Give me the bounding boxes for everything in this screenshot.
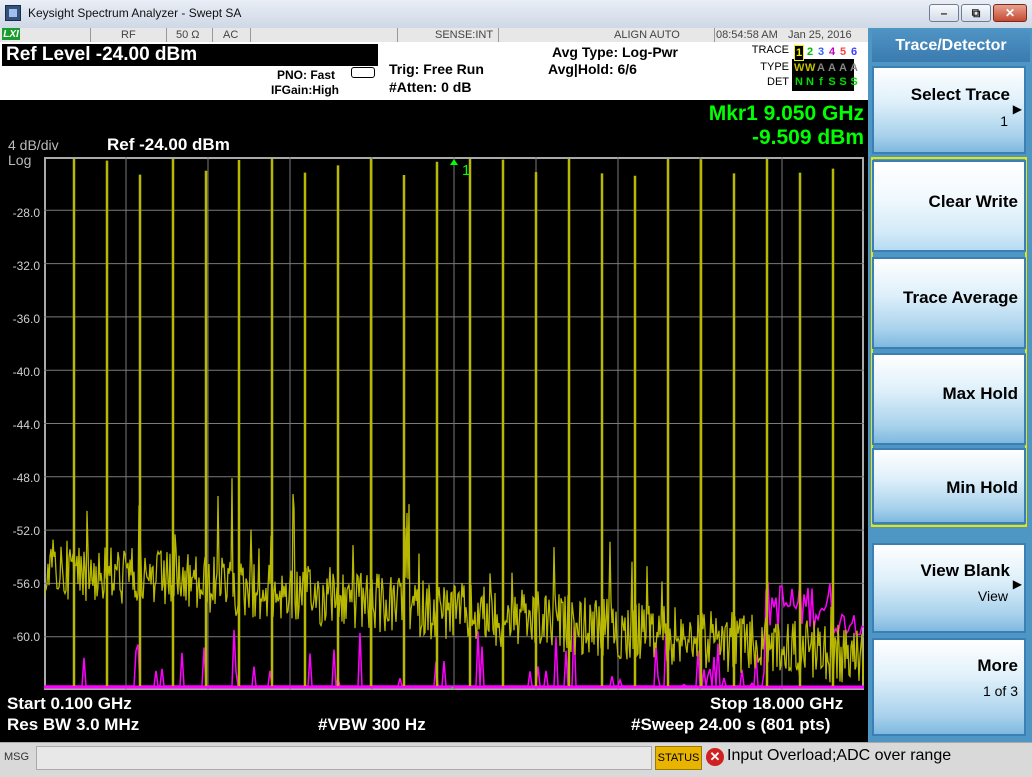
clear-write-label: Clear Write — [928, 192, 1018, 211]
resolution-bandwidth[interactable]: Res BW 3.0 MHz — [7, 715, 139, 735]
y-tick-label: -56.0 — [12, 577, 40, 591]
trace-type-3: A — [817, 62, 825, 74]
marker-number-label: 1 — [462, 162, 470, 179]
marker-diamond — [450, 159, 458, 165]
error-icon: ✕ — [706, 748, 724, 766]
y-tick-label: -28.0 — [12, 206, 40, 220]
video-bandwidth[interactable]: #VBW 300 Hz — [318, 715, 426, 735]
ref-annotation: Ref -24.00 dBm — [107, 135, 230, 154]
trace-number-5: 5 — [839, 46, 847, 58]
softkey-menu-title: Trace/Detector — [872, 30, 1030, 62]
y-tick-label: -60.0 — [12, 630, 40, 644]
align-indicator: ALIGN AUTO — [614, 29, 680, 41]
trigger-icon — [351, 67, 375, 78]
trace-det-1: N — [795, 76, 803, 88]
trace-average-softkey[interactable]: Trace Average — [872, 257, 1026, 349]
time-display: 08:54:58 AM — [716, 29, 778, 41]
scale-per-div: 4 dB/div — [8, 137, 59, 153]
type-row-label: TYPE — [760, 61, 789, 73]
trigger-setting: Trig: Free Run — [389, 61, 484, 77]
view-blank-value: View — [977, 588, 1008, 604]
atten-setting: #Atten: 0 dB — [389, 79, 472, 95]
y-tick-label: -40.0 — [12, 365, 40, 379]
ifgain-setting: IFGain:High — [271, 83, 339, 97]
date-display: Jan 25, 2016 — [788, 29, 852, 41]
avg-hold-setting: Avg|Hold: 6/6 — [548, 61, 637, 77]
trace-status-block: TRACE TYPE DET 1WN2WN3Af4AS5AS6AS — [749, 42, 868, 98]
min-hold-label: Min Hold — [946, 478, 1018, 497]
trace-type-5: A — [839, 62, 847, 74]
marker-amplitude: -9.509 dBm — [751, 126, 864, 149]
trace-type-2: W — [805, 62, 816, 74]
view-blank-label: View Blank — [920, 561, 1010, 580]
status-band: LXI RF 50 Ω AC SENSE:INT ALIGN AUTO 08:5… — [0, 28, 868, 43]
y-tick-label: -32.0 — [12, 259, 40, 273]
status-button[interactable]: STATUS — [655, 746, 702, 770]
min-hold-softkey[interactable]: Min Hold — [872, 448, 1026, 524]
trace-det-6: S — [850, 76, 858, 88]
maximize-button[interactable]: ⧉ — [961, 4, 991, 22]
trace-number-3: 3 — [817, 46, 825, 58]
window-title: Keysight Spectrum Analyzer - Swept SA — [28, 6, 242, 20]
y-tick-label: -44.0 — [12, 418, 40, 432]
max-hold-softkey[interactable]: Max Hold — [872, 353, 1026, 445]
app-icon — [5, 5, 21, 21]
sweep-time[interactable]: #Sweep 24.00 s (801 pts) — [631, 715, 830, 735]
trace-number-6: 6 — [850, 46, 858, 58]
trace-det-2: N — [806, 76, 814, 88]
marker-frequency: Mkr1 9.050 GHz — [708, 102, 864, 125]
impedance-indicator: 50 Ω — [176, 29, 200, 41]
marker-readout: Mkr1 9.050 GHz -9.509 dBm — [620, 102, 864, 150]
max-hold-label: Max Hold — [942, 384, 1018, 403]
view-blank-softkey[interactable]: View Blank ▶ View — [872, 543, 1026, 633]
submenu-arrow-icon: ▶ — [1012, 577, 1022, 591]
rf-indicator: RF — [121, 29, 136, 41]
y-tick-label: -36.0 — [12, 312, 40, 326]
more-page-indicator: 1 of 3 — [982, 683, 1018, 699]
y-tick-label: -48.0 — [12, 471, 40, 485]
clear-write-softkey[interactable]: Clear Write — [872, 160, 1026, 252]
close-button[interactable]: ✕ — [993, 4, 1027, 22]
submenu-arrow-icon: ▶ — [1012, 102, 1022, 116]
ref-level-text[interactable]: Ref Level -24.00 dBm — [6, 44, 197, 66]
trace-det-3: f — [819, 76, 823, 88]
trace-type-6: A — [850, 62, 858, 74]
select-trace-label: Select Trace — [910, 85, 1010, 104]
coupling-indicator: AC — [223, 29, 239, 41]
scale-type: Log — [8, 152, 32, 168]
select-trace-value: 1 — [1000, 113, 1008, 129]
y-tick-label: -52.0 — [12, 524, 40, 538]
trace-det-5: S — [839, 76, 847, 88]
trace-type-4: A — [828, 62, 836, 74]
avg-type-setting: Avg Type: Log-Pwr — [552, 44, 678, 60]
trace-plot[interactable]: 1^ — [44, 157, 864, 690]
lxi-badge: LXI — [2, 28, 20, 40]
minimize-button[interactable]: – — [929, 4, 959, 22]
trace-type-1: W — [794, 62, 805, 74]
message-field — [36, 746, 652, 770]
sense-indicator: SENSE:INT — [435, 29, 494, 41]
trace-average-label: Trace Average — [903, 288, 1018, 307]
det-row-label: DET — [767, 76, 789, 88]
trace-det-4: S — [828, 76, 836, 88]
svg-text:^: ^ — [450, 686, 455, 690]
trace-number-1: 1 — [794, 45, 804, 61]
trace-number-2: 2 — [806, 46, 814, 58]
pno-setting: PNO: Fast — [277, 68, 336, 82]
trace-row-label: TRACE — [751, 44, 789, 56]
trace-number-4: 4 — [828, 46, 836, 58]
start-frequency[interactable]: Start 0.100 GHz — [7, 694, 132, 714]
select-trace-softkey[interactable]: Select Trace ▶ 1 — [872, 66, 1026, 154]
status-message: Input Overload;ADC over range — [727, 747, 952, 764]
msg-label: MSG — [4, 751, 30, 763]
more-label: More — [977, 656, 1018, 675]
stop-frequency[interactable]: Stop 18.000 GHz — [710, 694, 843, 714]
more-softkey[interactable]: More 1 of 3 — [872, 638, 1026, 736]
